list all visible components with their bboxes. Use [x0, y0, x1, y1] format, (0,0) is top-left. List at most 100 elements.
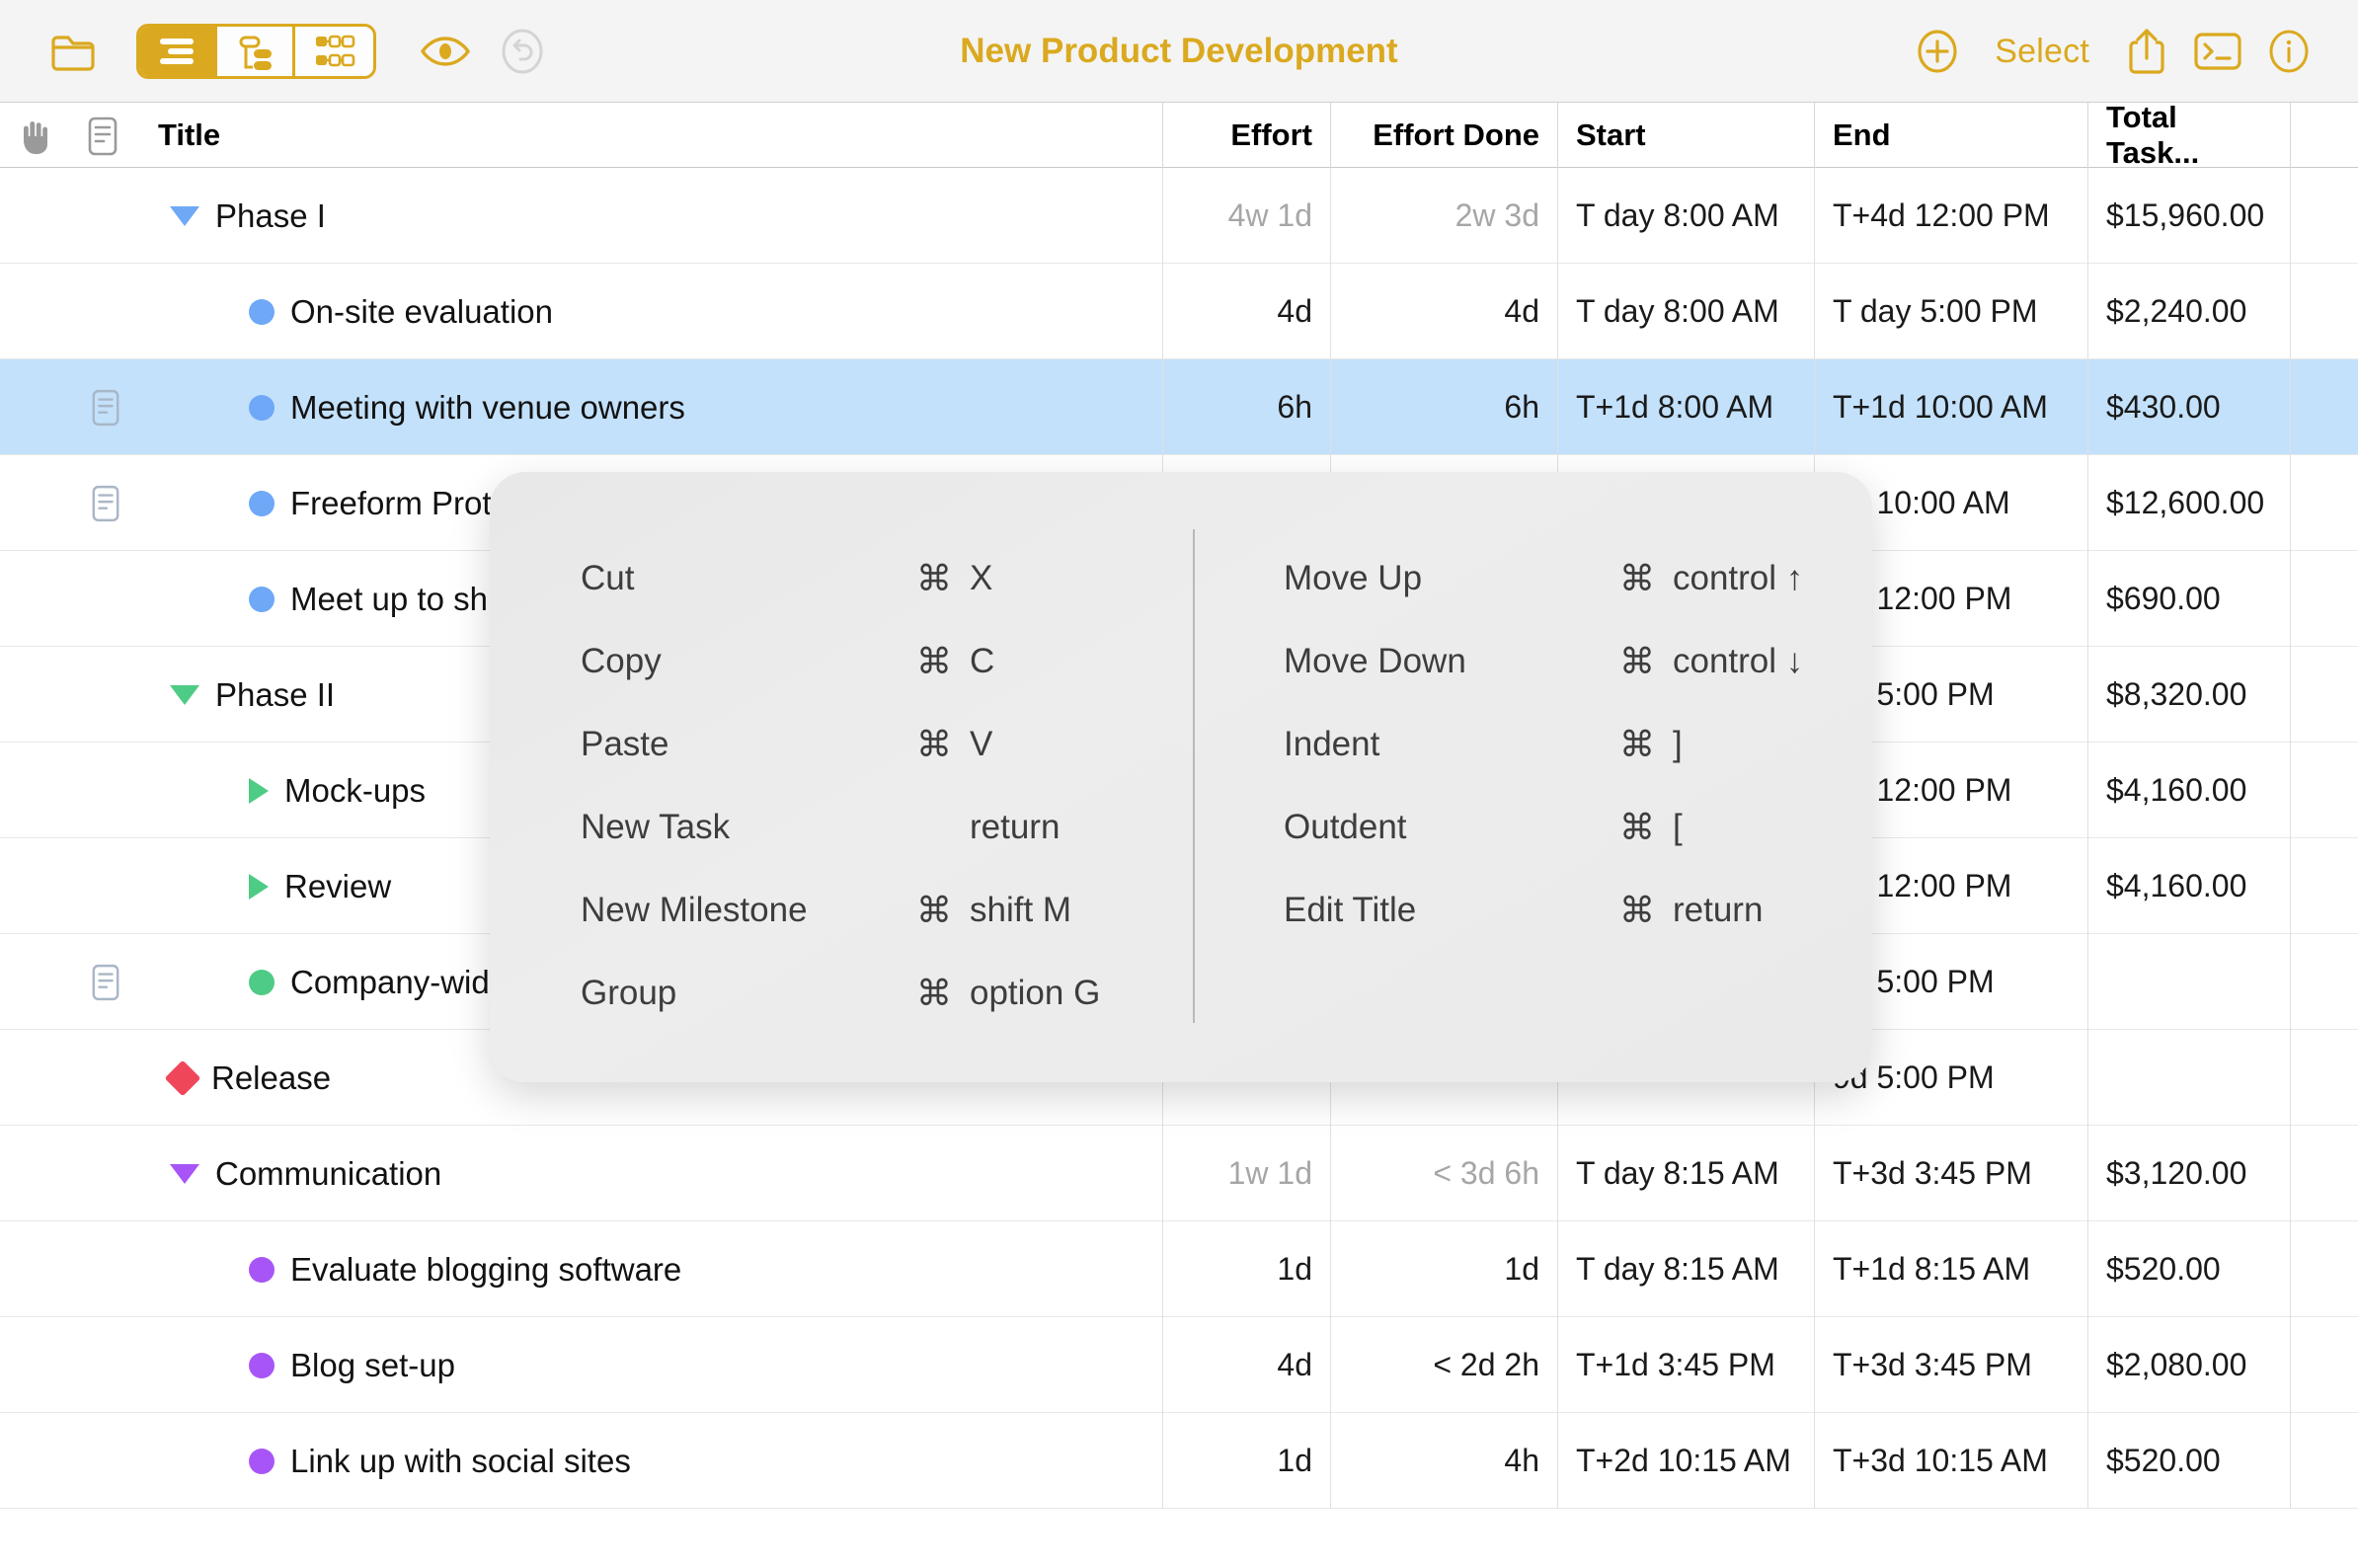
cell-effort[interactable]: 6h: [1163, 359, 1331, 455]
view-mode-gantt[interactable]: [217, 26, 295, 76]
cell-start[interactable]: T day 8:00 AM: [1558, 168, 1815, 264]
cell-total[interactable]: $2,080.00: [2088, 1317, 2291, 1413]
cell-title[interactable]: Phase I: [0, 168, 1163, 264]
cell-total[interactable]: $520.00: [2088, 1221, 2291, 1317]
console-icon[interactable]: [2182, 16, 2253, 87]
notes-column-icon[interactable]: [87, 117, 118, 161]
cell-start[interactable]: T day 8:15 AM: [1558, 1126, 1815, 1221]
cell-total[interactable]: $8,320.00: [2088, 647, 2291, 743]
cell-total[interactable]: $2,240.00: [2088, 264, 2291, 359]
column-header-effort-done[interactable]: Effort Done: [1331, 103, 1558, 168]
cell-end[interactable]: T+3d 10:15 AM: [1815, 1413, 2088, 1509]
cell-end[interactable]: T+3d 3:45 PM: [1815, 1126, 2088, 1221]
cell-total[interactable]: [2088, 934, 2291, 1030]
disclosure-triangle-right-icon[interactable]: [249, 873, 269, 900]
disclosure-triangle-right-icon[interactable]: [249, 777, 269, 804]
cell-effort_done[interactable]: 4d: [1331, 264, 1558, 359]
column-header-title[interactable]: Title: [0, 103, 1163, 168]
cell-total[interactable]: $690.00: [2088, 551, 2291, 647]
cell-total[interactable]: [2088, 1030, 2291, 1126]
table-row[interactable]: Blog set-up 4d < 2d 2h T+1d 3:45 PM T+3d 3:…: [0, 1317, 2358, 1413]
cell-extra[interactable]: [2291, 1317, 2358, 1413]
cell-extra[interactable]: [2291, 743, 2358, 838]
cell-effort_done[interactable]: < 3d 6h: [1331, 1126, 1558, 1221]
disclosure-triangle-down-icon[interactable]: [170, 1163, 199, 1184]
cell-start[interactable]: T+2d 10:15 AM: [1558, 1413, 1815, 1509]
cell-total[interactable]: $520.00: [2088, 1413, 2291, 1509]
cell-extra[interactable]: [2291, 455, 2358, 551]
context-menu-item-edit-title[interactable]: Edit Title ⌘ return: [1284, 869, 1872, 952]
cell-start[interactable]: T+1d 3:45 PM: [1558, 1317, 1815, 1413]
cell-extra[interactable]: [2291, 1413, 2358, 1509]
cell-extra[interactable]: [2291, 264, 2358, 359]
cell-end[interactable]: T+1d 10:00 AM: [1815, 359, 2088, 455]
folder-icon[interactable]: [38, 16, 109, 87]
cell-extra[interactable]: [2291, 551, 2358, 647]
cell-effort_done[interactable]: 6h: [1331, 359, 1558, 455]
cell-extra[interactable]: [2291, 1030, 2358, 1126]
cell-title[interactable]: Link up with social sites: [0, 1413, 1163, 1509]
cell-title[interactable]: On-site evaluation: [0, 264, 1163, 359]
context-menu-item-copy[interactable]: Copy ⌘ C: [581, 620, 1193, 703]
context-menu-item-paste[interactable]: Paste ⌘ V: [581, 703, 1193, 786]
cell-title[interactable]: Blog set-up: [0, 1317, 1163, 1413]
cell-effort[interactable]: 1d: [1163, 1413, 1331, 1509]
share-icon[interactable]: [2111, 16, 2182, 87]
cell-effort[interactable]: 4w 1d: [1163, 168, 1331, 264]
cell-extra[interactable]: [2291, 838, 2358, 934]
disclosure-triangle-down-icon[interactable]: [170, 684, 199, 705]
cell-total[interactable]: $12,600.00: [2088, 455, 2291, 551]
cell-effort_done[interactable]: 4h: [1331, 1413, 1558, 1509]
table-row[interactable]: On-site evaluation 4d 4d T day 8:00 AM T da…: [0, 264, 2358, 359]
context-menu-item-move-up[interactable]: Move Up ⌘ control ↑: [1284, 537, 1872, 620]
cell-extra[interactable]: [2291, 359, 2358, 455]
table-row[interactable]: Phase I 4w 1d 2w 3d T day 8:00 AM T+4d 12:0…: [0, 168, 2358, 264]
cell-extra[interactable]: [2291, 934, 2358, 1030]
context-menu-item-new-milestone[interactable]: New Milestone ⌘ shift M: [581, 869, 1193, 952]
cell-start[interactable]: T day 8:15 AM: [1558, 1221, 1815, 1317]
context-menu-item-cut[interactable]: Cut ⌘ X: [581, 537, 1193, 620]
cell-extra[interactable]: [2291, 647, 2358, 743]
cell-effort[interactable]: 4d: [1163, 1317, 1331, 1413]
context-menu-item-outdent[interactable]: Outdent ⌘[: [1284, 786, 1872, 869]
cell-total[interactable]: $15,960.00: [2088, 168, 2291, 264]
view-mode-segmented-control[interactable]: [136, 23, 376, 79]
cell-title[interactable]: Evaluate blogging software: [0, 1221, 1163, 1317]
context-menu[interactable]: Cut⌘XCopy⌘CPaste⌘VNew Task⌘returnNew Mil…: [490, 472, 1872, 1082]
eye-icon[interactable]: [410, 16, 481, 87]
hand-icon[interactable]: [18, 118, 53, 161]
cell-total[interactable]: $430.00: [2088, 359, 2291, 455]
view-mode-outline[interactable]: [139, 26, 217, 76]
table-row[interactable]: Link up with social sites 1d 4h T+2d 10:15…: [0, 1413, 2358, 1509]
cell-extra[interactable]: [2291, 168, 2358, 264]
cell-start[interactable]: T+1d 8:00 AM: [1558, 359, 1815, 455]
cell-start[interactable]: T day 8:00 AM: [1558, 264, 1815, 359]
cell-end[interactable]: T+4d 12:00 PM: [1815, 168, 2088, 264]
add-icon[interactable]: [1902, 16, 1973, 87]
cell-end[interactable]: T+3d 3:45 PM: [1815, 1317, 2088, 1413]
column-header-start[interactable]: Start: [1558, 103, 1815, 168]
cell-total[interactable]: $4,160.00: [2088, 743, 2291, 838]
cell-end[interactable]: T+1d 8:15 AM: [1815, 1221, 2088, 1317]
context-menu-item-move-down[interactable]: Move Down ⌘ control ↓: [1284, 620, 1872, 703]
cell-total[interactable]: $3,120.00: [2088, 1126, 2291, 1221]
cell-effort_done[interactable]: < 2d 2h: [1331, 1317, 1558, 1413]
context-menu-item-group[interactable]: Group ⌘ option G: [581, 952, 1193, 1035]
cell-effort[interactable]: 4d: [1163, 264, 1331, 359]
disclosure-triangle-down-icon[interactable]: [170, 205, 199, 226]
info-icon[interactable]: [2253, 16, 2324, 87]
column-header-total-task-cost[interactable]: Total Task...: [2088, 100, 2291, 170]
view-mode-network[interactable]: [295, 27, 373, 76]
cell-end[interactable]: T day 5:00 PM: [1815, 264, 2088, 359]
cell-extra[interactable]: [2291, 1126, 2358, 1221]
column-header-end[interactable]: End: [1815, 103, 2088, 168]
cell-title[interactable]: Communication: [0, 1126, 1163, 1221]
table-row[interactable]: Communication 1w 1d < 3d 6h T day 8:15 AM T…: [0, 1126, 2358, 1221]
column-header-effort[interactable]: Effort: [1163, 103, 1331, 168]
cell-title[interactable]: Meeting with venue owners: [0, 359, 1163, 455]
cell-extra[interactable]: [2291, 1221, 2358, 1317]
column-header-extra[interactable]: [2291, 103, 2358, 168]
cell-effort_done[interactable]: 1d: [1331, 1221, 1558, 1317]
context-menu-item-indent[interactable]: Indent ⌘]: [1284, 703, 1872, 786]
context-menu-item-new-task[interactable]: New Task ⌘return: [581, 786, 1193, 869]
